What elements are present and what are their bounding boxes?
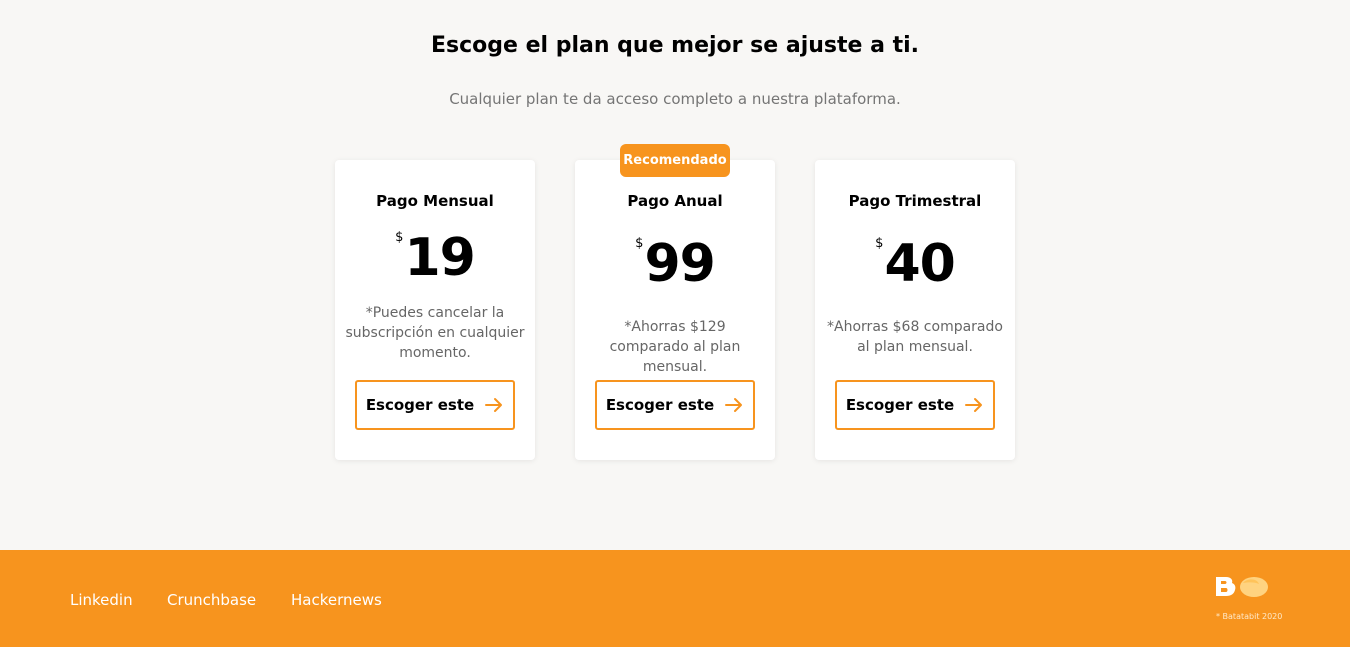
recommended-badge: Recomendado bbox=[620, 144, 730, 177]
arrow-right-icon bbox=[965, 398, 983, 412]
footer-link-linkedin[interactable]: Linkedin bbox=[70, 590, 133, 610]
choose-plan-button[interactable]: Escoger este bbox=[835, 380, 995, 430]
plan-name: Pago Anual bbox=[627, 192, 723, 210]
plan-note: *Puedes cancelar la subscripción en cual… bbox=[345, 305, 525, 361]
plan-card-annual: Pago Anual $99 *Ahorras $129 comparado a… bbox=[575, 160, 775, 460]
currency-symbol: $ bbox=[635, 236, 644, 251]
choose-plan-button[interactable]: Escoger este bbox=[355, 380, 515, 430]
button-label: Escoger este bbox=[365, 396, 475, 414]
plan-note: *Ahorras $129 comparado al plan mensual. bbox=[609, 319, 741, 375]
plan-name: Pago Mensual bbox=[376, 192, 494, 210]
plan-name: Pago Trimestral bbox=[848, 192, 982, 210]
currency-symbol: $ bbox=[875, 236, 884, 251]
page-subtitle: Cualquier plan te da acceso completo a n… bbox=[449, 90, 901, 108]
arrow-right-icon bbox=[485, 398, 503, 412]
pricing-section: Escoge el plan que mejor se ajuste a ti.… bbox=[0, 0, 1350, 550]
page-title: Escoge el plan que mejor se ajuste a ti. bbox=[430, 33, 920, 58]
footer-link-hackernews[interactable]: Hackernews bbox=[291, 590, 382, 610]
arrow-right-icon bbox=[725, 398, 743, 412]
currency-symbol: $ bbox=[395, 230, 404, 245]
price-amount: 40 bbox=[884, 234, 955, 294]
plan-card-quarterly: Pago Trimestral $40 *Ahorras $68 compara… bbox=[815, 160, 1015, 460]
plan-note: *Ahorras $68 comparado al plan mensual. bbox=[827, 319, 1003, 355]
copyright-text: * Batatabit 2020 bbox=[1216, 612, 1283, 621]
site-footer: Linkedin Crunchbase Hackernews * Batatab… bbox=[0, 550, 1350, 647]
batatabit-logo-icon bbox=[1216, 577, 1268, 597]
button-label: Escoger este bbox=[605, 396, 715, 414]
plan-price: $19 bbox=[335, 228, 535, 288]
choose-plan-button[interactable]: Escoger este bbox=[595, 380, 755, 430]
footer-link-crunchbase[interactable]: Crunchbase bbox=[167, 590, 256, 610]
plan-price: $40 bbox=[815, 234, 1015, 294]
plan-card-monthly: Pago Mensual $19 *Puedes cancelar la sub… bbox=[335, 160, 535, 460]
plan-price: $99 bbox=[575, 234, 775, 294]
button-label: Escoger este bbox=[845, 396, 955, 414]
price-amount: 99 bbox=[644, 234, 715, 294]
price-amount: 19 bbox=[404, 228, 475, 288]
